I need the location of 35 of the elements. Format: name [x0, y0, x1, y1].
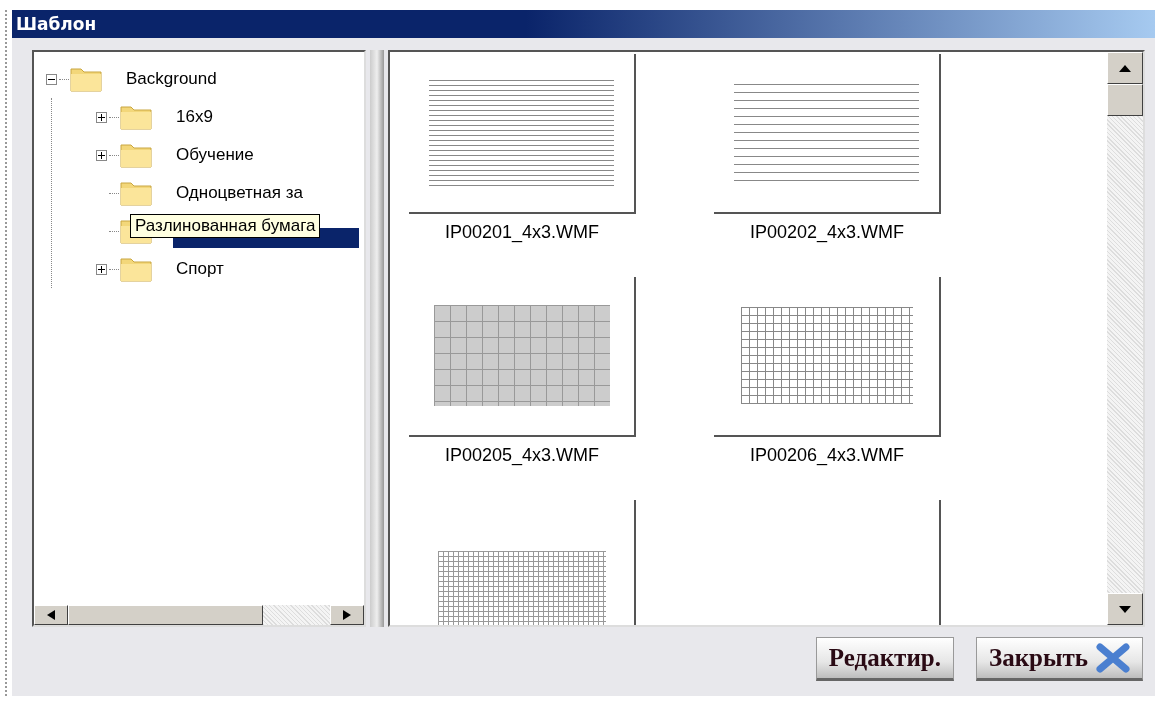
thumbnail-caption: IP00202_4x3.WMF: [749, 222, 905, 243]
thumbnail-caption: IP00206_4x3.WMF: [749, 445, 905, 466]
window-title: Шаблон: [12, 10, 1155, 38]
up-arrow-icon[interactable]: [1119, 64, 1131, 72]
right-arrow-icon[interactable]: [343, 610, 351, 620]
tree-item[interactable]: Обучение: [173, 144, 257, 166]
tree-item[interactable]: Одноцветная за: [173, 182, 306, 204]
tree-item[interactable]: Спорт: [173, 258, 227, 280]
down-arrow-icon[interactable]: [1119, 605, 1131, 613]
vertical-scrollbar[interactable]: [1107, 52, 1143, 625]
tooltip: Разлинованная бумага: [130, 214, 321, 238]
template-thumbnail[interactable]: [714, 54, 941, 214]
edit-button[interactable]: Редактир.: [815, 637, 954, 681]
expand-icon[interactable]: [96, 149, 107, 161]
thumbnail-caption: IP00201_4x3.WMF: [444, 222, 600, 243]
close-button[interactable]: Закрыть: [975, 637, 1143, 681]
folder-icon: [69, 65, 103, 93]
folder-icon: [119, 179, 153, 207]
thumbnail-caption: IP00205_4x3.WMF: [444, 445, 600, 466]
left-arrow-icon[interactable]: [47, 610, 55, 620]
scroll-thumb[interactable]: [1107, 84, 1143, 116]
folder-icon: [119, 103, 153, 131]
close-icon: [1096, 643, 1130, 673]
template-thumbnail[interactable]: [409, 54, 636, 214]
tree-item[interactable]: Background: [123, 68, 220, 90]
template-thumbnail[interactable]: [714, 277, 941, 437]
collapse-icon[interactable]: [46, 73, 57, 85]
tree-item[interactable]: 16x9: [173, 106, 216, 128]
template-thumbnail[interactable]: [409, 277, 636, 437]
expand-icon[interactable]: [96, 111, 107, 123]
folder-icon: [119, 141, 153, 169]
scroll-thumb[interactable]: [68, 605, 263, 625]
expand-icon[interactable]: [96, 263, 107, 275]
horizontal-scrollbar[interactable]: [34, 605, 364, 625]
folder-icon: [119, 255, 153, 283]
